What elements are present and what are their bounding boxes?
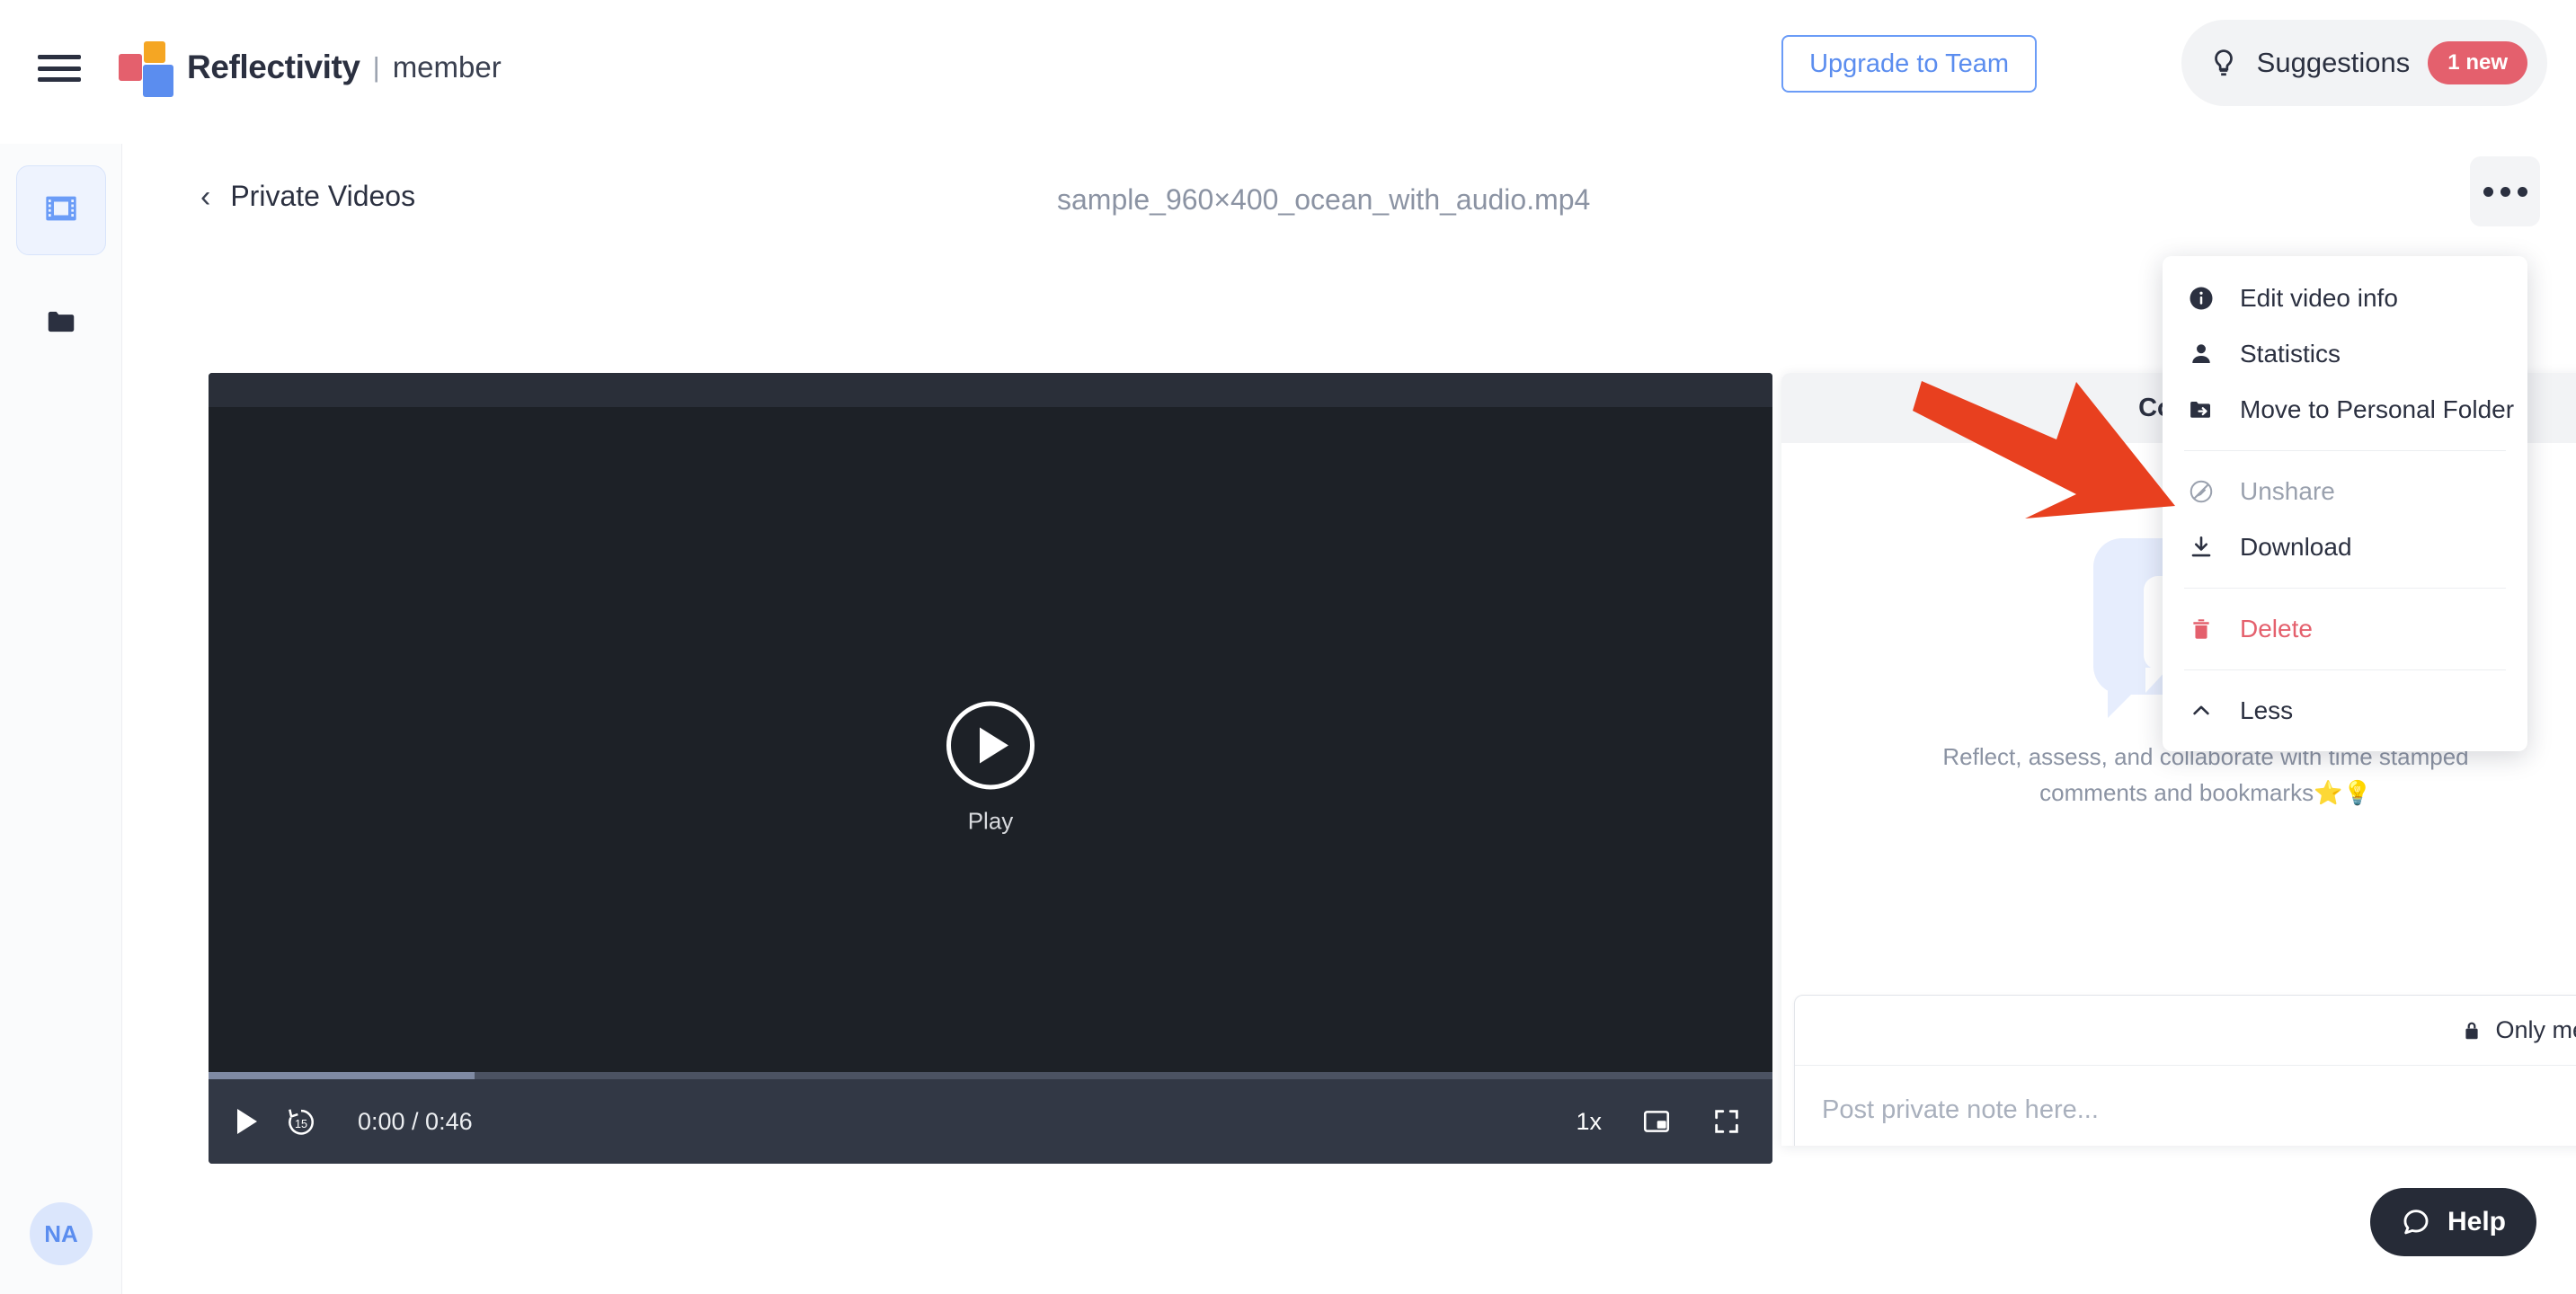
menu-divider bbox=[2184, 450, 2506, 451]
play-overlay-label: Play bbox=[968, 808, 1014, 836]
chevron-up-icon bbox=[2186, 698, 2216, 723]
menu-divider bbox=[2184, 669, 2506, 670]
menu-item-label: Unshare bbox=[2240, 477, 2335, 506]
play-triangle bbox=[980, 728, 1008, 764]
menu-item-edit-video-info[interactable]: Edit video info bbox=[2163, 270, 2527, 326]
unshare-icon bbox=[2186, 478, 2216, 505]
privacy-selector[interactable]: Only me bbox=[1795, 996, 2576, 1066]
logo-square-blue bbox=[143, 65, 173, 97]
person-icon bbox=[2186, 341, 2216, 368]
hamburger-bar bbox=[38, 66, 81, 71]
menu-item-label: Less bbox=[2240, 696, 2293, 725]
seek-bar-progress bbox=[209, 1072, 475, 1079]
lightbulb-icon bbox=[2208, 46, 2239, 80]
logo-square-red bbox=[119, 54, 142, 81]
menu-item-label: Edit video info bbox=[2240, 284, 2398, 313]
player-controls-bar: 15 0:00 / 0:46 1x bbox=[209, 1079, 1772, 1164]
suggestions-button[interactable]: Suggestions 1 new bbox=[2181, 20, 2547, 106]
seek-bar[interactable] bbox=[209, 1072, 1772, 1079]
hamburger-bar bbox=[38, 77, 81, 82]
sidebar-item-folders[interactable] bbox=[16, 279, 106, 368]
brand-logo[interactable]: Reflectivity | member bbox=[119, 40, 502, 95]
hamburger-menu-icon[interactable] bbox=[38, 50, 81, 86]
logo-square-orange bbox=[144, 41, 165, 63]
sidebar-item-videos[interactable] bbox=[16, 165, 106, 255]
time-display: 0:00 / 0:46 bbox=[358, 1108, 473, 1136]
help-button[interactable]: Help bbox=[2370, 1188, 2536, 1256]
back-to-private-videos-link[interactable]: ‹ Private Videos bbox=[200, 180, 415, 213]
svg-text:15: 15 bbox=[295, 1118, 307, 1130]
chevron-left-icon: ‹ bbox=[200, 182, 210, 212]
privacy-label: Only me bbox=[2495, 1016, 2576, 1044]
menu-item-label: Download bbox=[2240, 533, 2352, 562]
play-overlay-button[interactable]: Play bbox=[946, 702, 1035, 836]
video-options-menu: Edit video info Statistics Move to Perso… bbox=[2163, 256, 2527, 751]
play-circle-icon bbox=[946, 702, 1035, 790]
note-composer: Only me Post private note here... bbox=[1794, 995, 2576, 1146]
page-title: sample_960×400_ocean_with_audio.mp4 bbox=[1057, 183, 1590, 217]
menu-item-label: Statistics bbox=[2240, 340, 2341, 368]
menu-item-unshare: Unshare bbox=[2163, 464, 2527, 519]
more-options-button[interactable] bbox=[2470, 156, 2540, 226]
reflectivity-logo-icon bbox=[119, 40, 174, 95]
upgrade-label: Upgrade to Team bbox=[1809, 49, 2009, 79]
brand-separator: | bbox=[373, 51, 380, 84]
rewind-15-icon[interactable]: 15 bbox=[284, 1104, 318, 1139]
menu-item-download[interactable]: Download bbox=[2163, 519, 2527, 575]
top-navigation-bar: Reflectivity | member Upgrade to Team Su… bbox=[0, 0, 2576, 144]
menu-item-less[interactable]: Less bbox=[2163, 683, 2527, 739]
ellipsis-dot bbox=[2500, 187, 2510, 197]
avatar-initials: NA bbox=[44, 1220, 78, 1248]
chat-bubble-icon bbox=[2401, 1207, 2431, 1237]
hamburger-bar bbox=[38, 55, 81, 59]
download-icon bbox=[2186, 534, 2216, 561]
picture-in-picture-icon[interactable] bbox=[1641, 1106, 1672, 1137]
menu-item-move-to-personal-folder[interactable]: Move to Personal Folder bbox=[2163, 382, 2527, 438]
play-button[interactable] bbox=[237, 1109, 257, 1134]
folder-move-icon bbox=[2186, 396, 2216, 423]
menu-item-label: Move to Personal Folder bbox=[2240, 395, 2514, 424]
video-player[interactable]: Play 15 0:00 / 0:46 bbox=[209, 373, 1772, 1164]
fullscreen-icon[interactable] bbox=[1711, 1106, 1742, 1137]
player-controls-left: 15 0:00 / 0:46 bbox=[237, 1079, 473, 1164]
playback-speed-button[interactable]: 1x bbox=[1576, 1108, 1602, 1136]
suggestions-new-badge: 1 new bbox=[2428, 41, 2527, 84]
breadcrumb-row: ‹ Private Videos sample_960×400_ocean_wi… bbox=[122, 144, 2576, 261]
lock-icon bbox=[2461, 1019, 2483, 1042]
menu-item-statistics[interactable]: Statistics bbox=[2163, 326, 2527, 382]
player-top-strip bbox=[209, 373, 1772, 407]
menu-item-delete[interactable]: Delete bbox=[2163, 601, 2527, 657]
app-root: Reflectivity | member Upgrade to Team Su… bbox=[0, 0, 2576, 1294]
user-avatar[interactable]: NA bbox=[30, 1202, 93, 1265]
help-label: Help bbox=[2447, 1207, 2506, 1237]
info-icon bbox=[2186, 285, 2216, 312]
film-strip-icon bbox=[43, 191, 79, 231]
ellipsis-dot bbox=[2518, 187, 2527, 197]
menu-divider bbox=[2184, 588, 2506, 589]
brand-name: Reflectivity bbox=[187, 49, 360, 86]
brand-role-label: member bbox=[393, 50, 502, 84]
note-input[interactable]: Post private note here... bbox=[1795, 1066, 2576, 1146]
trash-icon bbox=[2186, 616, 2216, 642]
upgrade-to-team-button[interactable]: Upgrade to Team bbox=[1781, 35, 2037, 93]
ellipsis-dot bbox=[2483, 187, 2493, 197]
menu-item-label: Delete bbox=[2240, 615, 2313, 643]
breadcrumb-label: Private Videos bbox=[230, 180, 415, 213]
player-controls-right: 1x bbox=[1576, 1079, 1742, 1164]
suggestions-label: Suggestions bbox=[2257, 47, 2411, 79]
left-sidebar-rail: NA bbox=[0, 144, 122, 1294]
folder-icon bbox=[44, 305, 78, 343]
